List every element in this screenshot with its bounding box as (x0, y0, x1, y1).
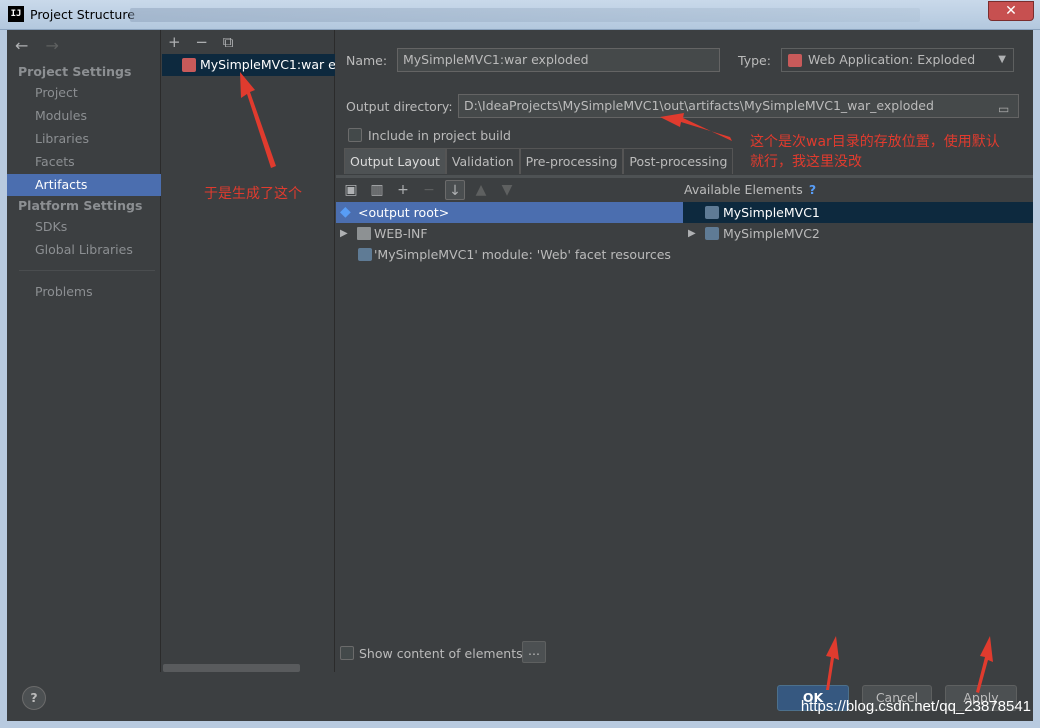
tree-row-web-facet[interactable]: 'MySimpleMVC1' module: 'Web' facet resou… (336, 244, 683, 265)
sidebar-item-facets[interactable]: Facets (7, 151, 161, 173)
artifact-label: MySimpleMVC1:war exploded (200, 57, 335, 72)
move-down-icon[interactable]: ▼ (497, 180, 517, 200)
tree-row-output-root[interactable]: ◆ <output root> (336, 202, 683, 223)
artifact-list-item[interactable]: MySimpleMVC1:war exploded (162, 54, 335, 76)
available-row-mysimplemvc1[interactable]: MySimpleMVC1 (683, 202, 1033, 223)
name-label: Name: (346, 53, 388, 68)
expand-arrow-icon[interactable]: ▶ (688, 223, 696, 244)
move-up-icon[interactable]: ▲ (471, 180, 491, 200)
help-button[interactable]: ? (22, 686, 46, 710)
include-build-label: Include in project build (368, 128, 511, 143)
tree-row-label: 'MySimpleMVC1' module: 'Web' facet resou… (374, 247, 671, 262)
available-row-label: MySimpleMVC2 (723, 226, 820, 241)
module-icon (705, 227, 719, 240)
watermark-text: https://blog.csdn.net/qq_23878541 (800, 698, 1031, 715)
platform-settings-header: Platform Settings (18, 198, 143, 213)
annotation-right-note-line2: 就行，我这里没改 (750, 154, 862, 170)
tab-underline (336, 175, 1033, 178)
sidebar-item-problems[interactable]: Problems (7, 281, 161, 303)
type-value: Web Application: Exploded (808, 52, 976, 67)
sidebar-item-sdks[interactable]: SDKs (7, 216, 161, 238)
output-directory-value: D:\IdeaProjects\MySimpleMVC1\out\artifac… (464, 98, 934, 113)
available-elements-header: Available Elements? (684, 182, 816, 197)
intellij-app-icon: IJ (8, 6, 24, 22)
available-elements-label: Available Elements (684, 182, 803, 197)
artifacts-toolbar: + − ⧉ (168, 33, 243, 51)
create-archive-icon[interactable]: ▥ (367, 180, 387, 200)
sort-icon[interactable]: ↓ (445, 180, 465, 200)
show-content-options-button[interactable]: ... (522, 641, 546, 663)
sidebar-item-artifacts[interactable]: Artifacts (7, 174, 161, 196)
remove-element-icon[interactable]: − (419, 180, 439, 200)
include-build-checkbox[interactable] (348, 128, 362, 142)
output-directory-label: Output directory: (346, 99, 453, 114)
detail-tabs: Output Layout Validation Pre-processing … (344, 148, 734, 176)
blurred-path-area (130, 8, 920, 22)
available-row-label: MySimpleMVC1 (723, 205, 820, 220)
artifacts-list-panel: + − ⧉ MySimpleMVC1:war exploded (162, 30, 335, 672)
add-icon[interactable]: + (168, 33, 181, 51)
title-bar: IJ Project Structure ✕ (0, 0, 1040, 30)
type-label: Type: (738, 53, 771, 68)
tree-row-label: <output root> (358, 205, 450, 220)
available-elements-tree: MySimpleMVC1 ▶ MySimpleMVC2 (683, 202, 1033, 627)
create-directory-icon[interactable]: ▣ (341, 180, 361, 200)
sidebar-item-global-libraries[interactable]: Global Libraries (7, 239, 161, 261)
horizontal-scrollbar[interactable] (163, 664, 300, 672)
browse-folder-icon[interactable]: ▭ (998, 98, 1014, 116)
tree-row-web-inf[interactable]: ▶ WEB-INF (336, 223, 683, 244)
web-facet-icon (358, 248, 372, 261)
folder-icon (357, 227, 371, 240)
web-app-icon (788, 54, 802, 67)
remove-icon[interactable]: − (195, 33, 208, 51)
tree-row-label: WEB-INF (374, 226, 428, 241)
forward-arrow-icon[interactable]: → (46, 36, 59, 55)
show-content-label: Show content of elements (359, 646, 523, 661)
tab-pre-processing[interactable]: Pre-processing (519, 148, 624, 174)
sidebar-item-libraries[interactable]: Libraries (7, 128, 161, 150)
sidebar-item-project[interactable]: Project (7, 82, 161, 104)
help-icon[interactable]: ? (809, 182, 816, 197)
output-root-icon: ◆ (340, 204, 351, 220)
annotation-left-note: 于是生成了这个 (204, 186, 302, 202)
layout-toolbar: ▣ ▥ + − ↓ ▲ ▼ (341, 180, 517, 200)
nav-arrows: ← → (15, 36, 71, 55)
add-copy-icon[interactable]: + (393, 180, 413, 200)
expand-arrow-icon[interactable]: ▶ (340, 223, 348, 244)
show-content-checkbox[interactable] (340, 646, 354, 660)
chevron-down-icon: ▼ (998, 54, 1006, 65)
sidebar-divider (19, 270, 155, 271)
back-arrow-icon[interactable]: ← (15, 36, 28, 55)
annotation-right-note-line1: 这个是次war目录的存放位置，使用默认 (750, 134, 1000, 150)
project-settings-header: Project Settings (18, 64, 132, 79)
copy-icon[interactable]: ⧉ (223, 33, 234, 51)
available-row-mysimplemvc2[interactable]: ▶ MySimpleMVC2 (683, 223, 1033, 244)
settings-sidebar: ← → Project Settings Project Modules Lib… (7, 30, 161, 672)
output-layout-tree: ◆ <output root> ▶ WEB-INF 'MySimpleMVC1'… (336, 202, 683, 627)
sidebar-item-modules[interactable]: Modules (7, 105, 161, 127)
tab-validation[interactable]: Validation (445, 148, 520, 174)
type-combobox[interactable]: Web Application: Exploded ▼ (781, 48, 1014, 72)
window-title: Project Structure (30, 7, 135, 22)
tab-output-layout[interactable]: Output Layout (344, 148, 446, 174)
tab-post-processing[interactable]: Post-processing (623, 148, 734, 174)
name-field[interactable]: MySimpleMVC1:war exploded (397, 48, 720, 72)
war-artifact-icon (182, 58, 196, 72)
output-directory-field[interactable]: D:\IdeaProjects\MySimpleMVC1\out\artifac… (458, 94, 1019, 118)
close-window-button[interactable]: ✕ (988, 1, 1034, 21)
module-icon (705, 206, 719, 219)
artifact-detail-panel: Name: MySimpleMVC1:war exploded Type: We… (336, 30, 1033, 672)
